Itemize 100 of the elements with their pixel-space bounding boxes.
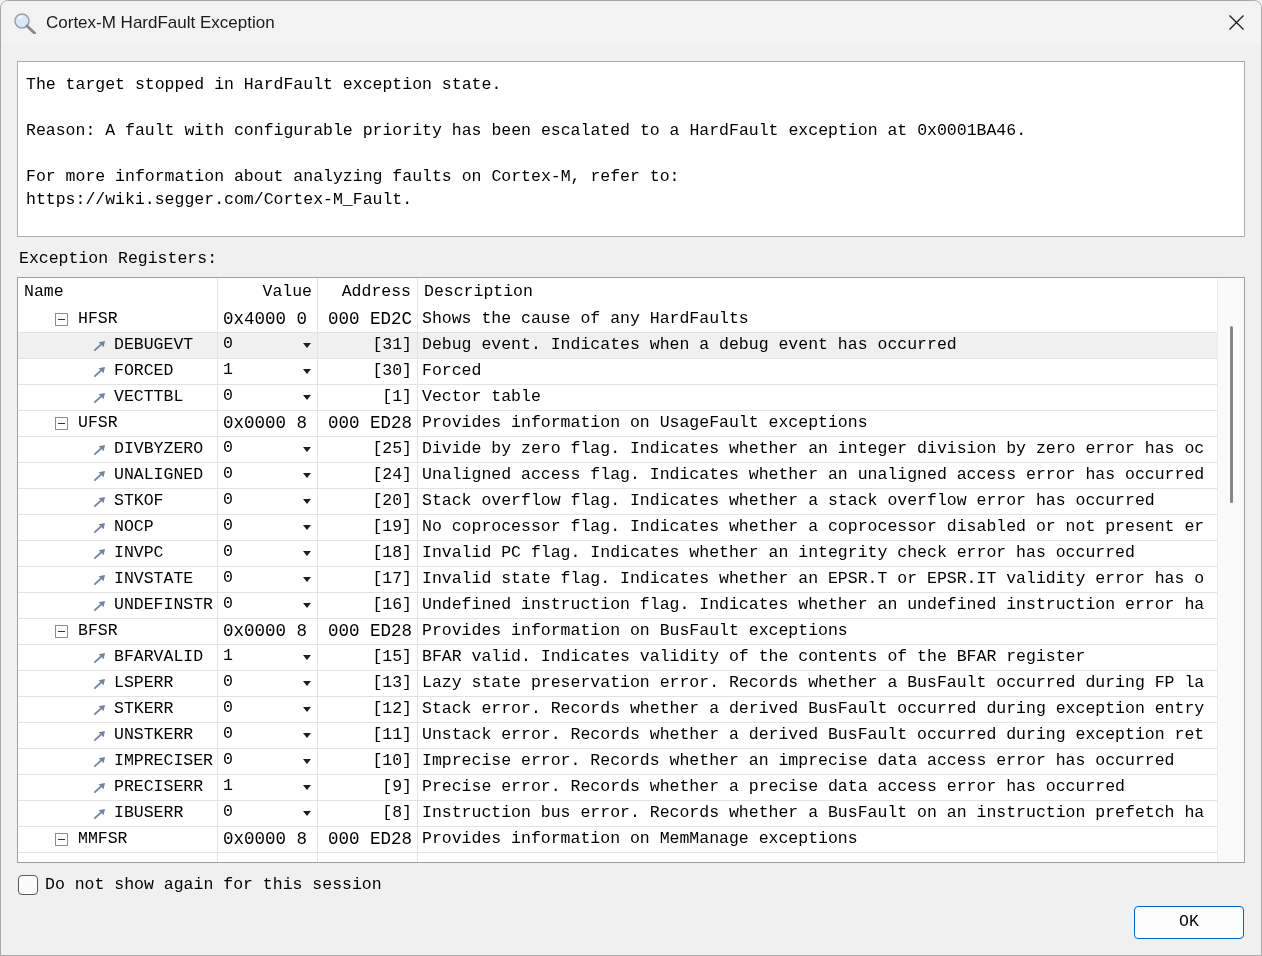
value-dropdown[interactable]: 0 (218, 463, 317, 488)
table-row[interactable]: IMPRECISER 0 [10] Imprecise error. Records whether an imprecise data access error has occurred (18, 749, 1217, 775)
column-header[interactable]: Description (424, 280, 533, 305)
register-value: 0x0000 8 (222, 412, 307, 436)
field-description: Invalid state flag. Indicates whether an EPSR.T or EPSR.IT validity error has o (422, 568, 1205, 591)
table-row[interactable]: IBUSERR 0 [8] Instruction bus error. Records whether a BusFault on an instruction prefetch ha (18, 801, 1217, 827)
column-header[interactable]: Name (24, 280, 64, 305)
arrow-icon (94, 548, 105, 559)
bit-position: [11] (372, 724, 412, 747)
field-description: Instruction bus error. Records whether a BusFault on an instruction prefetch ha (422, 802, 1205, 825)
table-row[interactable]: STKOF 0 [20] Stack overflow flag. Indicates whether a stack overflow error has occurred (18, 489, 1217, 515)
collapse-icon[interactable] (55, 417, 68, 430)
table-row[interactable]: NOCP 0 [19] No coprocessor flag. Indicates whether a coprocessor disabled or not present er (18, 515, 1217, 541)
field-description: Precise error. Records whether a precise data access error has occurred (422, 776, 1125, 799)
table-row[interactable]: INVPC 0 [18] Invalid PC flag. Indicates whether an integrity check error has occurred (18, 541, 1217, 567)
section-label: Exception Registers: (19, 248, 218, 270)
register-value: 0x0000 8 (222, 620, 307, 644)
register-address: 000 ED28 (328, 828, 412, 852)
field-description: Stack error. Records whether a derived BusFault occurred during exception entry (422, 698, 1205, 721)
table-row[interactable]: VECTTBL 0 [1] Vector table (18, 385, 1217, 411)
bit-position: [9] (382, 776, 412, 799)
scrollbar-track[interactable] (1217, 278, 1244, 862)
arrow-icon (94, 496, 105, 507)
value-dropdown[interactable]: 0 (218, 437, 317, 462)
value-dropdown[interactable]: 1 (218, 359, 317, 384)
table-row[interactable]: INVSTATE 0 [17] Invalid state flag. Indicates whether an EPSR.T or EPSR.IT validity error has o (18, 567, 1217, 593)
table-row[interactable]: FORCED 1 [30] Forced (18, 359, 1217, 385)
field-name: UNALIGNED (114, 464, 204, 487)
value-dropdown[interactable]: 0 (218, 801, 317, 826)
caret-icon (303, 369, 311, 374)
arrow-icon (94, 600, 105, 611)
register-description: Provides information on MemManage exceptions (422, 828, 858, 851)
field-name: FORCED (114, 360, 174, 383)
collapse-icon[interactable] (55, 313, 68, 326)
table-row[interactable]: DIVBYZERO 0 [25] Divide by zero flag. Indicates whether an integer division by zero error has oc (18, 437, 1217, 463)
value-dropdown[interactable]: 0 (218, 541, 317, 566)
caret-icon (303, 733, 311, 738)
collapse-icon[interactable] (55, 625, 68, 638)
table-row[interactable]: LSPERR 0 [13] Lazy state preservation error. Records whether a BusFault occurred during FP la (18, 671, 1217, 697)
table-row[interactable]: MMFSR 0x0000 8 000 ED28 Provides information on MemManage exceptions (18, 827, 1217, 853)
table-row[interactable]: HFSR 0x4000 0 000 ED2C Shows the cause of any HardFaults (18, 307, 1217, 333)
checkbox-label[interactable]: Do not show again for this session (45, 872, 382, 898)
table-row[interactable]: UNALIGNED 0 [24] Unaligned access flag. Indicates whether an unaligned access error has occurred (18, 463, 1217, 489)
value-dropdown[interactable]: 0 (218, 489, 317, 514)
field-name: STKERR (114, 698, 174, 721)
field-description: Forced (422, 360, 482, 383)
table-row[interactable]: PRECISERR 1 [9] Precise error. Records whether a precise data access error has occurred (18, 775, 1217, 801)
field-description: Invalid PC flag. Indicates whether an integrity check error has occurred (422, 542, 1135, 565)
collapse-icon[interactable] (55, 833, 68, 846)
arrow-icon (94, 782, 105, 793)
bit-position: [13] (372, 672, 412, 695)
arrow-icon (94, 340, 105, 351)
arrow-icon (94, 366, 105, 377)
arrow-icon (94, 756, 105, 767)
message-paragraph: For more information about analyzing faults on Cortex-M, refer to: https://wiki.segger.com/Cortex-M_Fault. (26, 166, 681, 211)
checkbox[interactable] (18, 875, 38, 895)
value-dropdown[interactable]: 0 (218, 697, 317, 722)
value-dropdown[interactable]: 1 (218, 645, 317, 670)
value-dropdown[interactable]: 0 (218, 671, 317, 696)
field-name: STKOF (114, 490, 164, 513)
field-name: UNDEFINSTR (114, 594, 214, 617)
table-row[interactable]: UNDEFINSTR 0 [16] Undefined instruction flag. Indicates whether an undefined instruction error ha (18, 593, 1217, 619)
field-name: DIVBYZERO (114, 438, 204, 461)
register-name: HFSR (78, 308, 118, 331)
table-row[interactable]: BFSR 0x0000 8 000 ED28 Provides information on BusFault exceptions (18, 619, 1217, 645)
value-dropdown[interactable]: 0 (218, 749, 317, 774)
register-address: 000 ED28 (328, 412, 412, 436)
window-title: Cortex-M HardFault Exception (46, 11, 275, 34)
field-name: DEBUGEVT (114, 334, 194, 357)
field-name: NOCP (114, 516, 154, 539)
value-dropdown[interactable]: 0 (218, 567, 317, 592)
value-dropdown[interactable]: 0 (218, 593, 317, 618)
register-name: BFSR (78, 620, 118, 643)
register-name: UFSR (78, 412, 118, 435)
arrow-icon (94, 444, 105, 455)
table-row[interactable]: UNSTKERR 0 [11] Unstack error. Records whether a derived BusFault occurred during exception ret (18, 723, 1217, 749)
column-header[interactable]: Address (341, 280, 411, 305)
value-dropdown[interactable]: 0 (218, 723, 317, 748)
value-dropdown[interactable]: 0 (218, 515, 317, 540)
bit-position: [19] (372, 516, 412, 539)
value-dropdown[interactable]: 0 (218, 333, 317, 358)
table-row[interactable]: STKERR 0 [12] Stack error. Records whether a derived BusFault occurred during exception entry (18, 697, 1217, 723)
table-row[interactable]: DEBUGEVT 0 [31] Debug event. Indicates when a debug event has occurred (18, 333, 1217, 359)
table-row[interactable]: UFSR 0x0000 8 000 ED28 Provides information on UsageFault exceptions (18, 411, 1217, 437)
arrow-icon (94, 678, 105, 689)
caret-icon (303, 551, 311, 556)
ok-button[interactable]: OK (1134, 906, 1244, 939)
caret-icon (303, 395, 311, 400)
register-name: MMFSR (78, 828, 128, 851)
scrollbar-thumb[interactable] (1229, 326, 1233, 503)
value-dropdown[interactable]: 1 (218, 775, 317, 800)
value-dropdown[interactable]: 0 (218, 385, 317, 410)
column-header[interactable]: Value (262, 280, 312, 305)
bit-position: [8] (382, 802, 412, 825)
caret-icon (303, 499, 311, 504)
bit-position: [12] (372, 698, 412, 721)
table-row[interactable]: BFARVALID 1 [15] BFAR valid. Indicates validity of the contents of the BFAR register (18, 645, 1217, 671)
caret-icon (303, 577, 311, 582)
field-name: UNSTKERR (114, 724, 194, 747)
field-description: Lazy state preservation error. Records whether a BusFault occurred during FP la (422, 672, 1205, 695)
